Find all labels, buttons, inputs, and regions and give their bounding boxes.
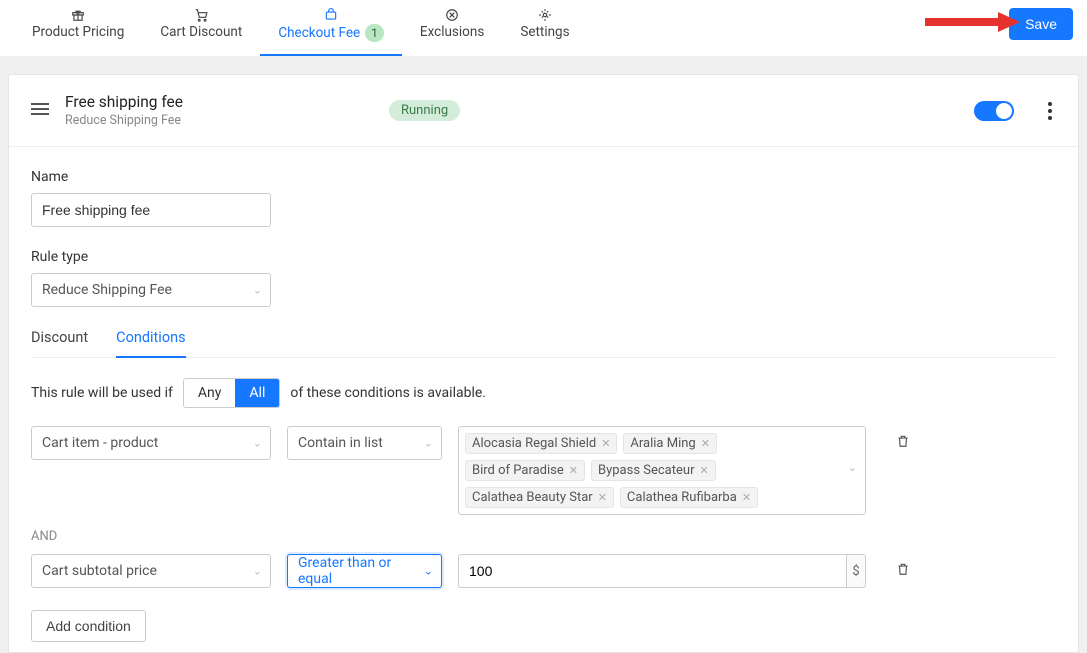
status-badge: Running [389, 100, 460, 121]
tab-label: Cart Discount [160, 24, 242, 40]
name-label: Name [31, 169, 1056, 185]
subtab-discount[interactable]: Discount [31, 329, 88, 358]
seg-any[interactable]: Any [184, 379, 236, 407]
chevron-down-icon: ⌄ [424, 565, 433, 578]
currency-suffix: $ [846, 554, 866, 588]
cond-operator-select[interactable]: Greater than or equal ⌄ [287, 554, 442, 588]
main-tabs: Product Pricing Cart Discount Checkout F… [14, 8, 588, 56]
cond-sentence-post: of these conditions is available. [290, 385, 486, 401]
chevron-down-icon: ⌄ [424, 437, 433, 450]
tag-remove-icon[interactable]: ✕ [601, 437, 610, 450]
cond-field-select[interactable]: Cart subtotal price ⌄ [31, 554, 271, 588]
rule-subtitle: Reduce Shipping Fee [65, 113, 183, 128]
drag-handle-icon[interactable] [31, 100, 49, 121]
tag-remove-icon[interactable]: ✕ [598, 491, 607, 504]
tag[interactable]: Alocasia Regal Shield✕ [465, 433, 617, 454]
tab-badge: 1 [365, 24, 384, 42]
rule-card: Free shipping fee Reduce Shipping Fee Ru… [8, 74, 1079, 653]
rule-title: Free shipping fee [65, 93, 183, 111]
tab-cart-discount[interactable]: Cart Discount [142, 8, 260, 56]
gear-icon [538, 8, 552, 22]
checkout-icon [324, 8, 338, 22]
gift-icon [71, 8, 85, 22]
save-button[interactable]: Save [1009, 8, 1073, 40]
cond-operator-select[interactable]: Contain in list ⌄ [287, 426, 442, 460]
enable-toggle[interactable] [974, 101, 1014, 121]
tab-checkout-fee[interactable]: Checkout Fee 1 [260, 8, 402, 56]
tag-remove-icon[interactable]: ✕ [569, 464, 578, 477]
tab-label: Checkout Fee [278, 25, 360, 41]
condition-joiner: AND [31, 529, 1056, 544]
any-all-toggle: Any All [183, 378, 280, 408]
chevron-down-icon: ⌄ [253, 284, 262, 297]
tab-exclusions[interactable]: Exclusions [402, 8, 502, 56]
tag[interactable]: Bird of Paradise✕ [465, 460, 585, 481]
delete-condition-button[interactable] [896, 554, 910, 581]
tag-remove-icon[interactable]: ✕ [742, 491, 751, 504]
chevron-down-icon: ⌄ [253, 437, 262, 450]
delete-condition-button[interactable] [896, 426, 910, 453]
tab-label: Exclusions [420, 24, 484, 40]
more-actions-button[interactable] [1044, 98, 1056, 124]
condition-row: Cart item - product ⌄ Contain in list ⌄ … [31, 426, 1056, 515]
add-condition-button[interactable]: Add condition [31, 610, 146, 642]
tab-label: Product Pricing [32, 24, 124, 40]
subtab-conditions[interactable]: Conditions [116, 329, 185, 358]
chevron-down-icon: ⌄ [253, 565, 262, 578]
cart-icon [194, 8, 208, 22]
tag[interactable]: Aralia Ming✕ [623, 433, 717, 454]
tag[interactable]: Calathea Rufibarba✕ [620, 487, 758, 508]
tab-label: Settings [520, 24, 569, 40]
ruletype-label: Rule type [31, 249, 1056, 265]
ruletype-value: Reduce Shipping Fee [42, 282, 172, 298]
tab-product-pricing[interactable]: Product Pricing [14, 8, 142, 56]
tag[interactable]: Bypass Secateur✕ [591, 460, 716, 481]
cond-sentence-pre: This rule will be used if [31, 385, 173, 401]
exclusion-icon [445, 8, 459, 22]
tag-remove-icon[interactable]: ✕ [701, 437, 710, 450]
chevron-down-icon: ⌄ [848, 461, 857, 474]
tag-remove-icon[interactable]: ✕ [699, 464, 708, 477]
tab-settings[interactable]: Settings [502, 8, 587, 56]
cond-value-input[interactable] [458, 554, 846, 588]
cond-value-tags[interactable]: Alocasia Regal Shield✕ Aralia Ming✕ Bird… [458, 426, 866, 515]
tag[interactable]: Calathea Beauty Star✕ [465, 487, 614, 508]
cond-field-select[interactable]: Cart item - product ⌄ [31, 426, 271, 460]
seg-all[interactable]: All [235, 379, 279, 407]
name-input[interactable] [31, 193, 271, 227]
ruletype-select[interactable]: Reduce Shipping Fee ⌄ [31, 273, 271, 307]
condition-row: Cart subtotal price ⌄ Greater than or eq… [31, 554, 1056, 588]
